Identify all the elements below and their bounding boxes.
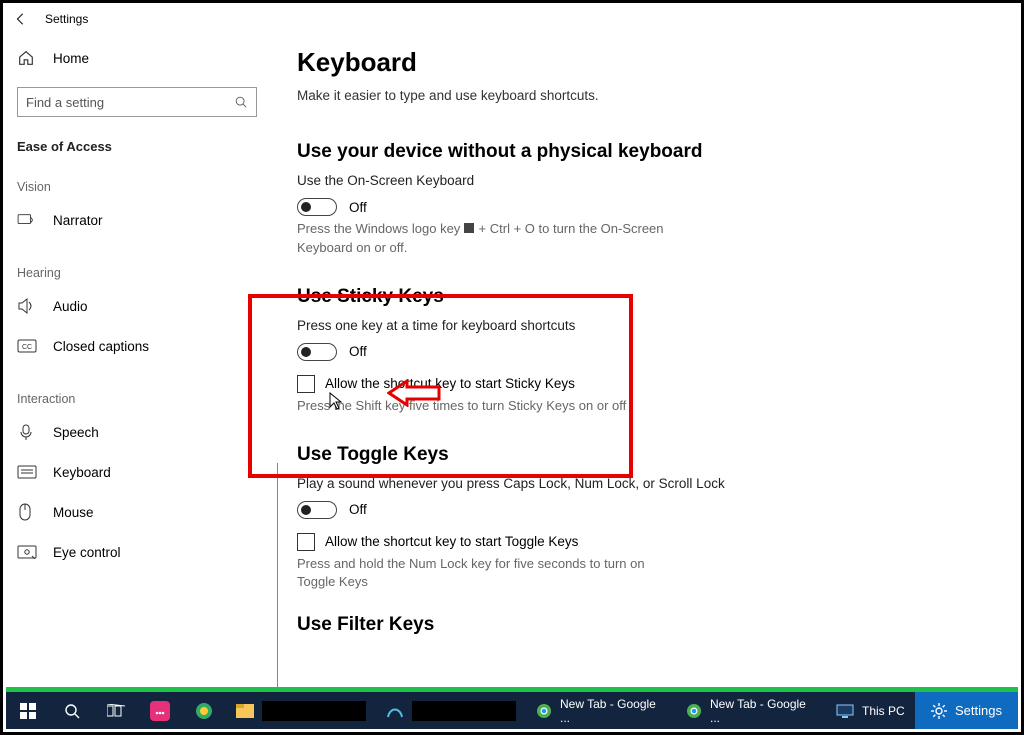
taskbar-app-title-redacted	[262, 701, 366, 721]
sticky-keys-shortcut-label: Allow the shortcut key to start Sticky K…	[325, 376, 575, 391]
sidebar-group-hearing: Hearing	[17, 266, 257, 280]
section-physical-keyboard-heading: Use your device without a physical keybo…	[297, 141, 995, 163]
section-sticky-keys-heading: Use Sticky Keys	[297, 286, 995, 308]
taskbar-app-pinned-1[interactable]	[138, 692, 182, 729]
taskbar-this-pc[interactable]: This PC	[826, 692, 915, 729]
taskbar-app-label: New Tab - Google ...	[710, 697, 816, 725]
task-view-button[interactable]	[94, 692, 138, 729]
back-button[interactable]	[11, 9, 31, 29]
taskbar: New Tab - Google ... New Tab - Google ..…	[6, 692, 1018, 729]
taskbar-settings-label: Settings	[955, 703, 1002, 718]
onscreen-keyboard-label: Use the On-Screen Keyboard	[297, 173, 995, 188]
this-pc-icon	[836, 704, 854, 718]
chrome-icon	[536, 703, 552, 719]
start-button[interactable]	[6, 692, 50, 729]
nav-speech[interactable]: Speech	[17, 412, 257, 452]
toggle-keys-description: Play a sound whenever you press Caps Loc…	[297, 476, 995, 491]
nav-keyboard[interactable]: Keyboard	[17, 452, 257, 492]
sidebar-group-interaction: Interaction	[17, 392, 257, 406]
home-icon	[17, 49, 39, 67]
chrome-icon	[686, 703, 702, 719]
sticky-keys-hint: Press the Shift key five times to turn S…	[297, 397, 677, 416]
toggle-keys-toggle-state: Off	[349, 502, 367, 517]
search-icon	[234, 95, 248, 109]
nav-item-label: Audio	[53, 299, 88, 314]
nav-item-label: Narrator	[53, 213, 103, 228]
taskbar-app-label: New Tab - Google ...	[560, 697, 666, 725]
sidebar-group-vision: Vision	[17, 180, 257, 194]
page-title: Keyboard	[297, 47, 995, 78]
settings-main: Keyboard Make it easier to type and use …	[271, 35, 1021, 692]
file-explorer-icon	[236, 704, 254, 718]
narrator-icon	[17, 212, 39, 228]
sticky-keys-description: Press one key at a time for keyboard sho…	[297, 318, 995, 333]
taskbar-chrome-2[interactable]: New Tab - Google ...	[676, 692, 826, 729]
settings-sidebar: Home Find a setting Ease of Access Visio…	[3, 35, 271, 692]
nav-item-label: Closed captions	[53, 339, 149, 354]
search-placeholder: Find a setting	[26, 95, 104, 110]
keyboard-icon	[17, 465, 39, 479]
microphone-icon	[17, 423, 39, 441]
nav-item-label: Mouse	[53, 505, 94, 520]
sticky-keys-toggle-state: Off	[349, 344, 367, 359]
taskbar-app-running-1[interactable]	[226, 692, 376, 729]
taskbar-app-label: This PC	[862, 704, 905, 718]
nav-closed-captions[interactable]: CC Closed captions	[17, 326, 257, 366]
onscreen-keyboard-toggle[interactable]	[297, 198, 337, 216]
toggle-keys-shortcut-checkbox[interactable]	[297, 533, 315, 551]
toggle-keys-shortcut-label: Allow the shortcut key to start Toggle K…	[325, 534, 578, 549]
taskbar-search-button[interactable]	[50, 692, 94, 729]
taskbar-app-title-redacted	[412, 701, 516, 721]
mouse-icon	[17, 503, 39, 521]
eye-control-icon	[17, 545, 39, 559]
search-input[interactable]: Find a setting	[17, 87, 257, 117]
sticky-keys-shortcut-checkbox[interactable]	[297, 375, 315, 393]
toggle-keys-toggle[interactable]	[297, 501, 337, 519]
window-title: Settings	[45, 12, 88, 26]
window-titlebar: Settings	[3, 3, 1021, 35]
windows-logo-icon	[464, 223, 475, 234]
audio-icon	[17, 298, 39, 314]
nav-home-label: Home	[53, 51, 89, 66]
nav-mouse[interactable]: Mouse	[17, 492, 257, 532]
onscreen-keyboard-toggle-state: Off	[349, 200, 367, 215]
nav-item-label: Eye control	[53, 545, 121, 560]
taskbar-app-pinned-2[interactable]	[182, 692, 226, 729]
nav-narrator[interactable]: Narrator	[17, 200, 257, 240]
taskbar-settings[interactable]: Settings	[915, 692, 1018, 729]
nav-eye-control[interactable]: Eye control	[17, 532, 257, 572]
nav-home[interactable]: Home	[17, 41, 257, 75]
nav-item-label: Speech	[53, 425, 99, 440]
section-filter-keys-heading: Use Filter Keys	[297, 614, 995, 636]
scrollbar-track[interactable]	[277, 463, 278, 693]
closed-captions-icon: CC	[17, 339, 39, 353]
taskbar-chrome-1[interactable]: New Tab - Google ...	[526, 692, 676, 729]
taskbar-app-running-2[interactable]	[376, 692, 526, 729]
svg-text:CC: CC	[22, 344, 32, 351]
nav-audio[interactable]: Audio	[17, 286, 257, 326]
onscreen-keyboard-hint: Press the Windows logo key + Ctrl + O to…	[297, 220, 677, 258]
sticky-keys-toggle[interactable]	[297, 343, 337, 361]
page-subtitle: Make it easier to type and use keyboard …	[297, 88, 995, 103]
toggle-keys-hint: Press and hold the Num Lock key for five…	[297, 555, 677, 593]
sidebar-section-ease-of-access: Ease of Access	[17, 139, 257, 154]
app-icon	[386, 703, 404, 719]
nav-item-label: Keyboard	[53, 465, 111, 480]
gear-icon	[931, 703, 947, 719]
section-toggle-keys-heading: Use Toggle Keys	[297, 444, 995, 466]
